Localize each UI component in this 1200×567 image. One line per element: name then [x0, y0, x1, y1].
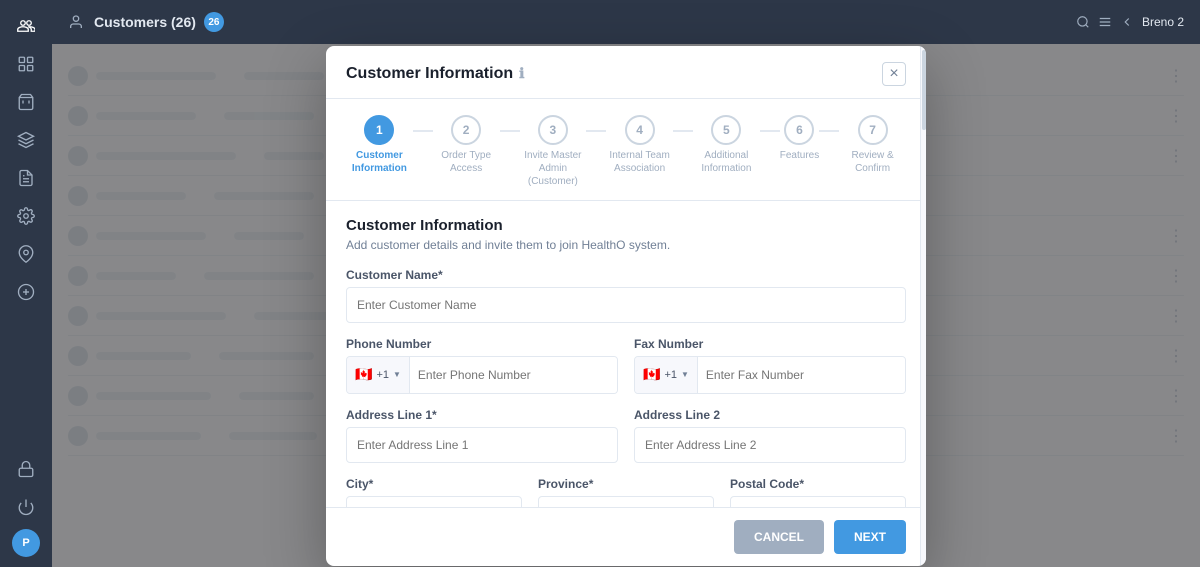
address1-input[interactable] [346, 427, 618, 463]
step-6-label: Features [780, 149, 819, 162]
modal-header: Customer Information ℹ × [326, 46, 926, 99]
sidebar-icon-pin[interactable] [10, 238, 42, 270]
step-5[interactable]: 5 Additional Information [693, 115, 760, 175]
phone-input-group: 🇨🇦 +1 ▼ [346, 356, 618, 394]
modal-scroll-thumb [922, 50, 926, 130]
step-4[interactable]: 4 Internal Team Association [606, 115, 673, 175]
main-area: Customers (26) 26 Breno 2 ⋮ ⋮ ⋮ ⋮ ⋮ ⋮ ⋮ … [52, 0, 1200, 567]
phone-flag: 🇨🇦 [355, 366, 372, 383]
step-2-label: Order Type Access [433, 149, 500, 175]
city-label: City* [346, 477, 522, 491]
phone-fax-row: Phone Number 🇨🇦 +1 ▼ [346, 337, 906, 408]
address2-col: Address Line 2 [634, 408, 906, 477]
address2-input[interactable] [634, 427, 906, 463]
address1-col: Address Line 1* [346, 408, 618, 477]
step-3-label: Invite Master Admin (Customer) [520, 149, 587, 188]
step-connector-2 [500, 130, 520, 132]
phone-flag-select[interactable]: 🇨🇦 +1 ▼ [347, 357, 410, 393]
modal-footer: CANCEL NEXT [326, 507, 926, 566]
address-row: Address Line 1* Address Line 2 [346, 408, 906, 477]
step-4-label: Internal Team Association [606, 149, 673, 175]
modal-title: Customer Information ℹ [346, 65, 524, 83]
postal-col: Postal Code* [730, 477, 906, 507]
modal-info-icon: ℹ [519, 65, 524, 82]
step-7[interactable]: 7 Review & Confirm [839, 115, 906, 175]
top-bar-actions: Breno 2 [1076, 15, 1184, 29]
form-section-title: Customer Information [346, 217, 906, 234]
modal-close-button[interactable]: × [882, 62, 906, 86]
postal-input[interactable] [730, 496, 906, 507]
step-7-label: Review & Confirm [839, 149, 906, 175]
province-label: Province* [538, 477, 714, 491]
customer-name-label: Customer Name* [346, 268, 906, 282]
modal-scrollbar[interactable] [920, 46, 926, 566]
fax-flag-select[interactable]: 🇨🇦 +1 ▼ [635, 357, 698, 393]
step-7-circle: 7 [858, 115, 888, 145]
fax-number-input[interactable] [698, 357, 905, 393]
city-col: City* [346, 477, 522, 507]
sidebar-icon-grid[interactable] [10, 48, 42, 80]
phone-number-input[interactable] [410, 357, 617, 393]
modal-overlay: Customer Information ℹ × 1 Customer Info… [52, 44, 1200, 567]
step-connector-4 [673, 130, 693, 132]
phone-code: +1 [376, 369, 389, 381]
step-connector-3 [586, 130, 606, 132]
sidebar-icon-power[interactable] [10, 491, 42, 523]
sidebar-icon-add-user[interactable] [10, 10, 42, 42]
step-6-circle: 6 [784, 115, 814, 145]
stepper: 1 Customer Information 2 Order Type Acce… [326, 99, 926, 201]
content-area: ⋮ ⋮ ⋮ ⋮ ⋮ ⋮ ⋮ ⋮ ⋮ ⋮ Customer Information [52, 44, 1200, 567]
step-5-circle: 5 [711, 115, 741, 145]
step-3-circle: 3 [538, 115, 568, 145]
step-1-circle: 1 [364, 115, 394, 145]
next-button[interactable]: NEXT [834, 520, 906, 554]
customer-information-modal: Customer Information ℹ × 1 Customer Info… [326, 46, 926, 566]
fax-col: Fax Number 🇨🇦 +1 ▼ [634, 337, 906, 408]
top-bar: Customers (26) 26 Breno 2 [52, 0, 1200, 44]
sidebar-icon-cart[interactable] [10, 86, 42, 118]
phone-chevron-icon: ▼ [393, 370, 401, 379]
form-section-subtitle: Add customer details and invite them to … [346, 238, 906, 252]
province-col: Province* [538, 477, 714, 507]
fax-code: +1 [664, 369, 677, 381]
step-6[interactable]: 6 Features [780, 115, 819, 162]
step-5-label: Additional Information [693, 149, 760, 175]
modal-body: Customer Information Add customer detail… [326, 201, 926, 507]
step-2[interactable]: 2 Order Type Access [433, 115, 500, 175]
address2-label: Address Line 2 [634, 408, 906, 422]
step-1-label: Customer Information [346, 149, 413, 175]
step-3[interactable]: 3 Invite Master Admin (Customer) [520, 115, 587, 188]
postal-label: Postal Code* [730, 477, 906, 491]
fax-input-group: 🇨🇦 +1 ▼ [634, 356, 906, 394]
city-input[interactable] [346, 496, 522, 507]
customer-name-input[interactable] [346, 287, 906, 323]
fax-chevron-icon: ▼ [681, 370, 689, 379]
step-2-circle: 2 [451, 115, 481, 145]
province-input[interactable] [538, 496, 714, 507]
fax-label: Fax Number [634, 337, 906, 351]
page-title: Customers (26) 26 [68, 12, 224, 32]
step-connector-6 [819, 130, 839, 132]
city-province-postal-row: City* Province* [346, 477, 906, 507]
user-name: Breno 2 [1142, 15, 1184, 29]
address1-label: Address Line 1* [346, 408, 618, 422]
cancel-button[interactable]: CANCEL [734, 520, 824, 554]
app-shell: P Customers (26) 26 Breno 2 ⋮ ⋮ [0, 0, 1200, 567]
sidebar-icon-lock[interactable] [10, 453, 42, 485]
sidebar-icon-boxes[interactable] [10, 124, 42, 156]
sidebar-icon-add-circle[interactable] [10, 276, 42, 308]
sidebar-icon-settings[interactable] [10, 200, 42, 232]
customers-count-badge: 26 [204, 12, 224, 32]
step-4-circle: 4 [625, 115, 655, 145]
user-avatar[interactable]: P [12, 529, 40, 557]
sidebar: P [0, 0, 52, 567]
sidebar-icon-document[interactable] [10, 162, 42, 194]
step-1[interactable]: 1 Customer Information [346, 115, 413, 175]
step-connector-5 [760, 130, 780, 132]
step-connector-1 [413, 130, 433, 132]
phone-label: Phone Number [346, 337, 618, 351]
phone-col: Phone Number 🇨🇦 +1 ▼ [346, 337, 618, 408]
customer-name-group: Customer Name* [346, 268, 906, 323]
fax-flag: 🇨🇦 [643, 366, 660, 383]
